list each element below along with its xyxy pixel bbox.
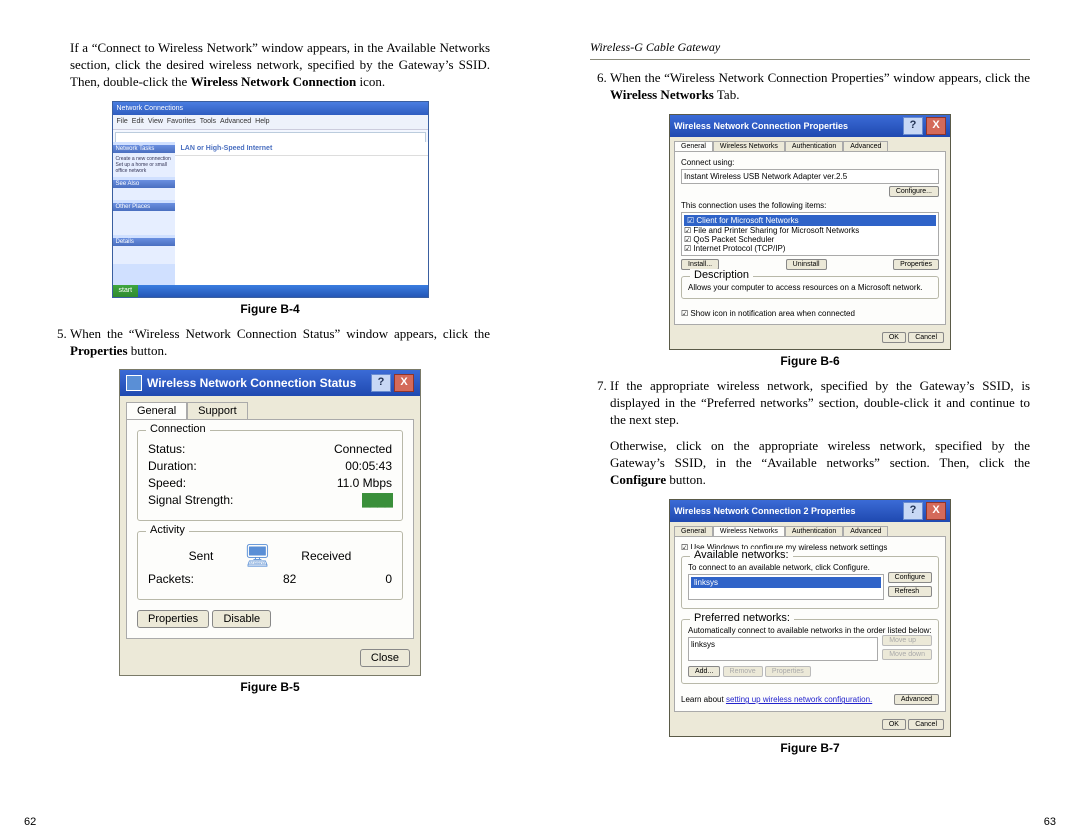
left-page: If a “Connect to Wireless Network” windo… — [50, 40, 490, 704]
activity-icon: 🖥 — [243, 543, 271, 569]
right-page: Wireless-G Cable Gateway When the “Wirel… — [590, 40, 1030, 765]
page-number-left: 62 — [24, 816, 36, 828]
cancel-button[interactable]: Cancel — [908, 719, 944, 730]
window-title: Wireless Network Connection Status ? X — [120, 370, 420, 396]
help-button[interactable]: ? — [371, 374, 391, 392]
figure-b7: Wireless Network Connection 2 Properties… — [669, 499, 951, 737]
content-area: LAN or High-Speed Internet — [175, 142, 428, 285]
figure-b7-caption: Figure B-7 — [590, 741, 1030, 755]
side-panel: Network Tasks Create a new connectionSet… — [113, 142, 175, 285]
remove-button: Remove — [723, 666, 763, 677]
step-7b: Otherwise, click on the appropriate wire… — [590, 438, 1030, 489]
figure-b6-caption: Figure B-6 — [590, 354, 1030, 368]
window-title: Network Connections — [113, 102, 428, 115]
configure-button[interactable]: Configure — [888, 572, 932, 583]
network-item[interactable]: linksys — [691, 577, 881, 588]
menu-bar: FileEditViewFavoritesToolsAdvancedHelp — [113, 115, 428, 130]
taskbar: start — [113, 285, 428, 297]
step-5: When the “Wireless Network Connection St… — [70, 326, 490, 360]
figure-b5: Wireless Network Connection Status ? X G… — [119, 369, 421, 676]
disable-button[interactable]: Disable — [212, 610, 271, 628]
step-6: When the “Wireless Network Connection Pr… — [610, 70, 1030, 104]
page-header: Wireless-G Cable Gateway — [590, 40, 1030, 60]
tab-auth[interactable]: Authentication — [785, 526, 843, 536]
figure-b4: Network Connections FileEditViewFavorite… — [112, 101, 429, 298]
properties-button[interactable]: Properties — [893, 259, 939, 270]
refresh-button[interactable]: Refresh — [888, 586, 932, 597]
moveup-button: Move up — [882, 635, 932, 646]
app-icon — [126, 375, 142, 391]
cancel-button[interactable]: Cancel — [908, 332, 944, 343]
advanced-button[interactable]: Advanced — [894, 694, 939, 705]
tab-general[interactable]: General — [674, 526, 713, 536]
tab-wireless[interactable]: Wireless Networks — [713, 141, 785, 151]
close-button[interactable]: X — [926, 502, 946, 520]
figure-b5-caption: Figure B-5 — [50, 680, 490, 694]
properties-button[interactable]: Properties — [137, 610, 209, 628]
tab-auth[interactable]: Authentication — [785, 141, 843, 151]
close-button[interactable]: X — [926, 117, 946, 135]
tab-wireless[interactable]: Wireless Networks — [713, 526, 785, 536]
help-button[interactable]: ? — [903, 117, 923, 135]
ok-button[interactable]: OK — [882, 719, 906, 730]
properties-button: Properties — [765, 666, 811, 677]
tab-support[interactable]: Support — [187, 402, 248, 419]
help-button[interactable]: ? — [903, 502, 923, 520]
para-connect: If a “Connect to Wireless Network” windo… — [50, 40, 490, 91]
tab-general[interactable]: General — [126, 402, 187, 419]
close-button[interactable]: X — [394, 374, 414, 392]
figure-b4-caption: Figure B-4 — [50, 302, 490, 316]
tab-adv[interactable]: Advanced — [843, 526, 888, 536]
signal-bars-icon: ████ — [362, 493, 392, 507]
close-button[interactable]: Close — [360, 649, 410, 667]
uninstall-button[interactable]: Uninstall — [786, 259, 827, 270]
movedown-button: Move down — [882, 649, 932, 660]
page-number-right: 63 — [1044, 816, 1056, 828]
configure-button[interactable]: Configure... — [889, 186, 939, 197]
step-7a: If the appropriate wireless network, spe… — [610, 378, 1030, 429]
add-button[interactable]: Add... — [688, 666, 720, 677]
tab-general[interactable]: General — [674, 141, 713, 151]
ok-button[interactable]: OK — [882, 332, 906, 343]
figure-b6: Wireless Network Connection Properties ?… — [669, 114, 951, 350]
tab-adv[interactable]: Advanced — [843, 141, 888, 151]
